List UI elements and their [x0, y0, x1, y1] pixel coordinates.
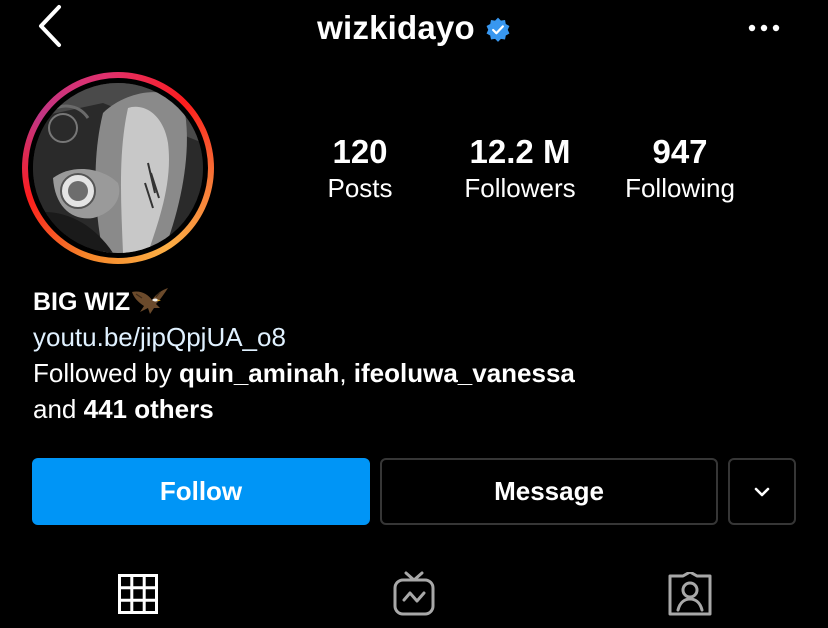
username-title: wizkidayo: [317, 9, 475, 46]
bio-section: BIG WIZ youtu.be/jipQpjUA_o8 Followed by…: [33, 285, 813, 427]
followed-by-text: Followed by quin_aminah, ifeoluwa_vaness…: [33, 355, 813, 391]
followed-by-prefix: Followed by: [33, 358, 179, 388]
followed-others-text: and 441 others: [33, 391, 813, 427]
tab-posts-grid[interactable]: [108, 566, 168, 622]
profile-page: wizkidayo 120 Posts 12.2 M Followers 947…: [0, 0, 828, 628]
chevron-down-icon: [754, 487, 770, 496]
followed-others-link[interactable]: 441 others: [84, 394, 214, 424]
bio-name-row: BIG WIZ: [33, 285, 813, 319]
display-name: BIG WIZ: [33, 288, 131, 316]
tagged-icon: [668, 572, 712, 616]
suggested-accounts-dropdown-button[interactable]: [728, 458, 796, 525]
grid-icon: [118, 574, 158, 614]
profile-photo-illustration: [33, 83, 203, 253]
followed-user-link[interactable]: quin_aminah: [179, 358, 339, 388]
header-title: wizkidayo: [0, 6, 828, 50]
and-text: and: [33, 394, 84, 424]
more-options-button[interactable]: [744, 12, 784, 44]
avatar[interactable]: [22, 72, 214, 264]
posts-label: Posts: [327, 173, 393, 203]
followers-stat[interactable]: 12.2 M Followers: [450, 133, 590, 205]
following-label: Following: [625, 173, 735, 203]
igtv-icon: [393, 571, 435, 616]
chevron-left-icon: [39, 5, 61, 47]
tab-igtv[interactable]: [384, 566, 444, 622]
bio-link[interactable]: youtu.be/jipQpjUA_o8: [33, 319, 813, 355]
following-stat[interactable]: 947 Following: [610, 133, 750, 205]
follow-button-label: Follow: [159, 476, 243, 506]
more-horizontal-icon: [748, 24, 780, 32]
profile-photo: [33, 83, 203, 253]
verified-badge-icon: [486, 17, 510, 42]
posts-count: 120: [332, 133, 388, 170]
tab-tagged[interactable]: [660, 566, 720, 622]
back-button[interactable]: [30, 2, 70, 50]
follow-button[interactable]: Follow: [32, 458, 370, 525]
message-button-label: Message: [494, 476, 604, 506]
followers-label: Followers: [464, 173, 576, 203]
following-count: 947: [652, 133, 708, 170]
posts-stat[interactable]: 120 Posts: [300, 133, 420, 205]
followers-count: 12.2 M: [469, 133, 571, 170]
message-button[interactable]: Message: [380, 458, 718, 525]
eagle-icon: [132, 288, 169, 314]
followed-user-link[interactable]: ifeoluwa_vanessa: [354, 358, 575, 388]
followed-separator: ,: [339, 358, 354, 388]
